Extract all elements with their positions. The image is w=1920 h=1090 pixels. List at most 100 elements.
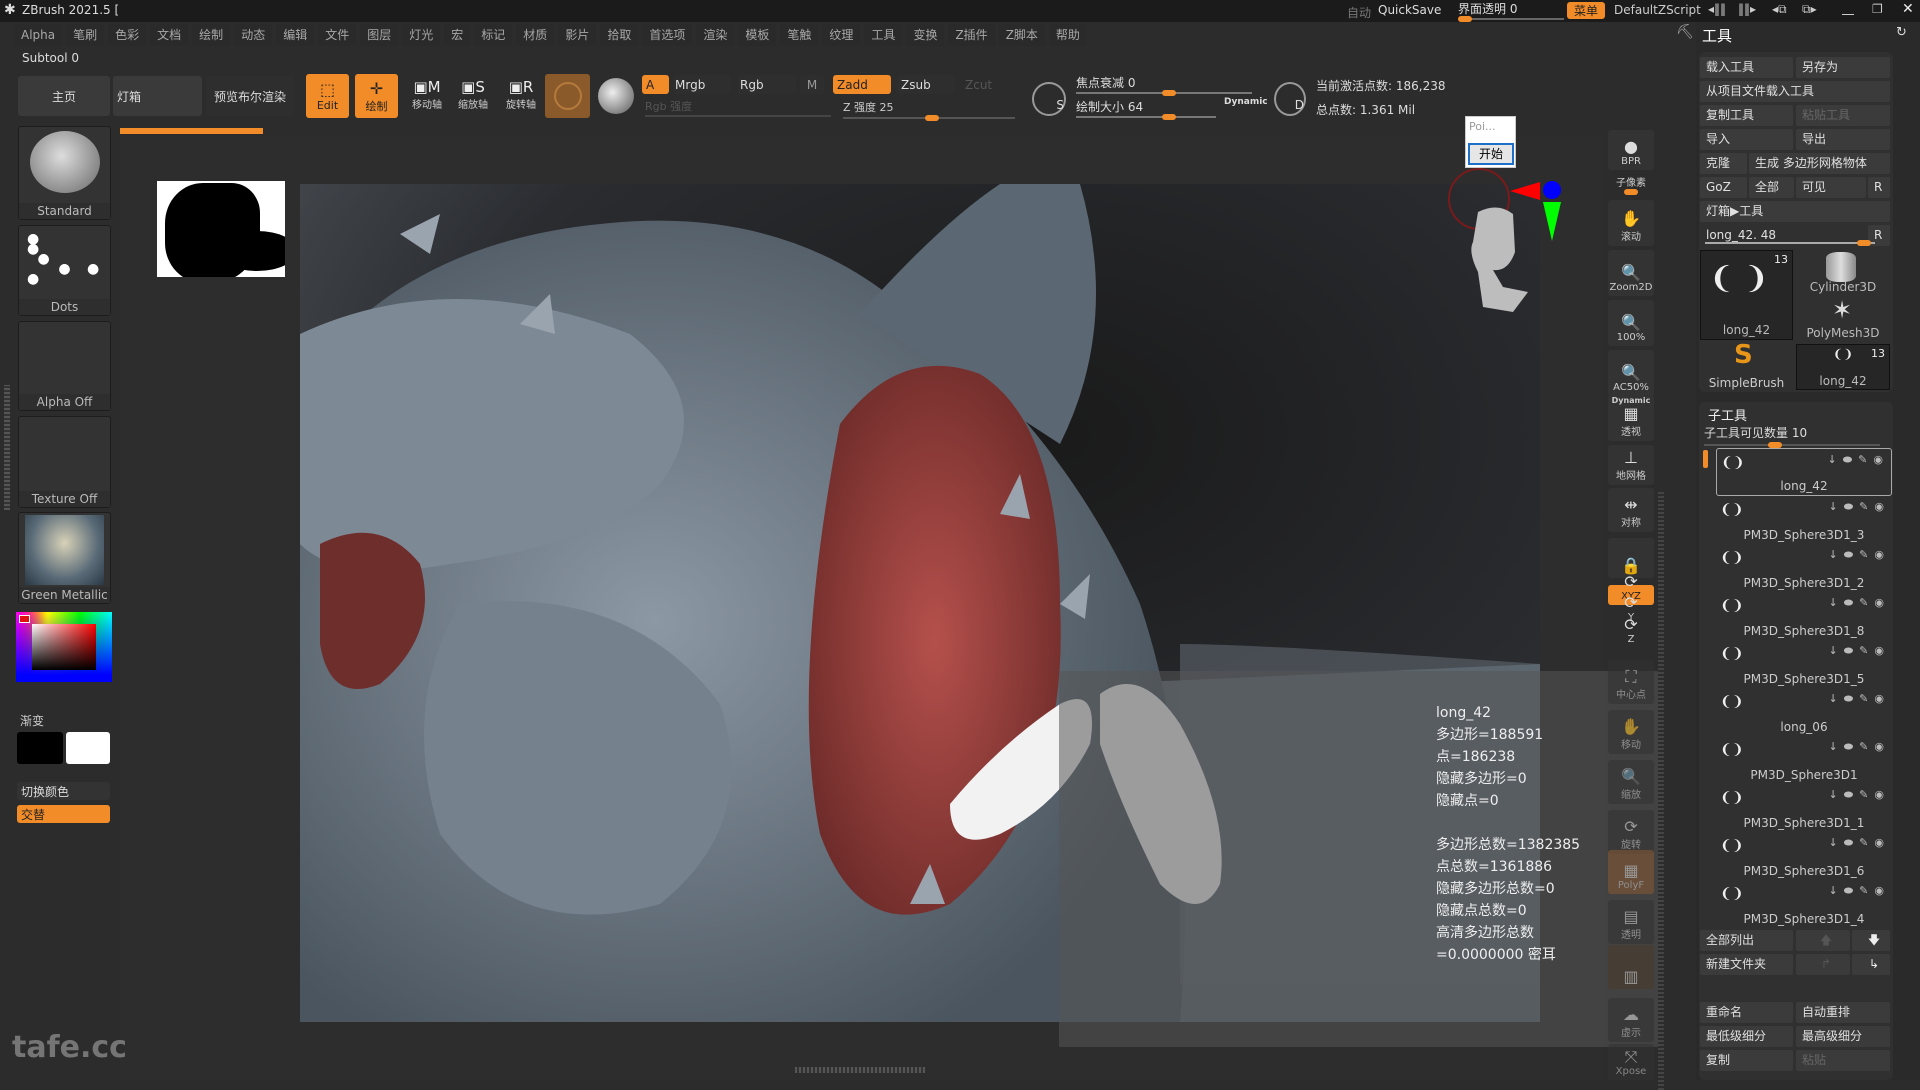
eye-icon[interactable]: ◉	[1874, 548, 1890, 561]
subtool-list-all-button[interactable]: 全部列出	[1700, 930, 1793, 951]
restore-icon[interactable]: ❐	[1872, 2, 1883, 16]
view-tool-move[interactable]: ✋ 移动	[1608, 710, 1654, 754]
subtool-up-icon[interactable]: 🡅	[1796, 930, 1850, 951]
focal-shift-slider[interactable]: 焦点衰减 0	[1076, 74, 1260, 96]
tool-paste-button[interactable]: 粘贴工具	[1796, 105, 1890, 126]
brush-toggle-icon[interactable]: ✎	[1859, 884, 1874, 897]
merge-down-icon[interactable]: ↓	[1829, 788, 1844, 801]
tool-visible-button[interactable]: 可见	[1796, 177, 1866, 198]
tool-make-polymesh-button[interactable]: 生成 多边形网格物体	[1749, 153, 1890, 174]
material-selector[interactable]: Green Metallic	[18, 512, 111, 604]
menu-item[interactable]: 笔刷	[66, 24, 105, 46]
close-icon[interactable]: ✕	[1902, 1, 1914, 17]
tool-thumb-simplebrush[interactable]: S SimpleBrush	[1700, 340, 1793, 390]
subtool-paste-button[interactable]: 粘贴	[1796, 1050, 1890, 1071]
eye-icon[interactable]: ◉	[1874, 884, 1890, 897]
menu-item[interactable]: 绘制	[192, 24, 231, 46]
primary-color-swatch[interactable]	[66, 732, 110, 764]
tool-thumb-long42[interactable]: 13 ❨ ❩ long_42	[1700, 250, 1793, 340]
quicksave-button[interactable]: QuickSave	[1378, 3, 1441, 17]
tool-all-button[interactable]: 全部	[1749, 177, 1794, 198]
view-tool-perspective[interactable]: ▦ Dynamic 透视	[1608, 395, 1654, 441]
color-picker[interactable]	[16, 612, 112, 682]
subtool-new-folder-button[interactable]: 新建文件夹	[1700, 954, 1793, 975]
polypaint-toggle-icon[interactable]: ⬬	[1844, 644, 1859, 657]
bool-preview-button[interactable]: 预览布尔渲染	[206, 76, 294, 116]
menu-item[interactable]: 渲染	[696, 24, 735, 46]
brush-toggle-icon[interactable]: ✎	[1859, 788, 1874, 801]
subtool-auto-reorder-button[interactable]: 自动重排	[1796, 1002, 1890, 1023]
lightbox-tab[interactable]: 灯箱	[113, 76, 202, 116]
merge-down-icon[interactable]: ↓	[1829, 836, 1844, 849]
merge-down-icon[interactable]: ↓	[1828, 453, 1843, 466]
brush-toggle-icon[interactable]: ✎	[1859, 644, 1874, 657]
head-navigator-icon[interactable]	[1463, 202, 1533, 312]
minimize-icon[interactable]: ⎽	[1842, 1, 1854, 16]
start-button[interactable]: 开始	[1468, 143, 1514, 165]
menu-item[interactable]: 材质	[516, 24, 555, 46]
view-tool-rotate-z[interactable]: ⟳ Z	[1608, 616, 1654, 648]
subtool-item[interactable]: ❨❩ ↓⬬✎◉ PM3D_Sphere3D1_3	[1716, 496, 1892, 544]
switch-color-button[interactable]: 切换颜色	[17, 782, 110, 800]
menu-item[interactable]: 拾取	[600, 24, 639, 46]
zcut-toggle[interactable]: Zcut	[965, 78, 992, 92]
menu-item[interactable]: 宏	[444, 24, 471, 46]
left-tray-handle[interactable]	[4, 385, 10, 510]
shrink-ui-icon[interactable]: ◂‖‖	[1708, 2, 1726, 16]
subtool-scrollbar[interactable]	[1703, 450, 1708, 468]
menu-item[interactable]: 帮助	[1048, 24, 1087, 46]
polypaint-toggle-icon[interactable]: ⬬	[1844, 692, 1859, 705]
view-tool-solo[interactable]: ☁ 虚示	[1608, 998, 1654, 1042]
rgb-intensity-slider[interactable]: Rgb 强度	[645, 98, 831, 117]
reset-icon[interactable]: ↻	[1896, 25, 1907, 40]
tool-save-as-button[interactable]: 另存为	[1796, 57, 1890, 78]
brush-toggle-icon[interactable]: ✎	[1859, 836, 1874, 849]
menu-item[interactable]: 灯光	[402, 24, 441, 46]
visible-count-slider[interactable]: 子工具可见数量 10	[1704, 424, 1884, 448]
subtool-item[interactable]: ❨❩ ↓⬬✎◉ PM3D_Sphere3D1_6	[1716, 832, 1892, 880]
dynamic-toggle[interactable]: Dynamic	[1224, 97, 1268, 107]
subtool-folder-down-icon[interactable]: ↳	[1852, 954, 1890, 975]
subtool-item[interactable]: ❨❩ ↓⬬✎◉ PM3D_Sphere3D1_2	[1716, 544, 1892, 592]
m-toggle[interactable]: M	[800, 75, 824, 94]
subtool-item[interactable]: ❨❩ ↓⬬✎◉ long_06	[1716, 688, 1892, 736]
menu-item[interactable]: 笔触	[780, 24, 819, 46]
view-tool-floor-grid[interactable]: ⊥ 地网格	[1608, 445, 1654, 485]
view-tool-zoom2d[interactable]: 🔍 Zoom2D	[1608, 250, 1654, 296]
home-tab[interactable]: 主页	[18, 76, 110, 116]
subtool-lowest-subdiv-button[interactable]: 最低级细分	[1700, 1026, 1793, 1047]
subtool-item[interactable]: ❨❩ ↓⬬✎◉ PM3D_Sphere3D1_8	[1716, 592, 1892, 640]
tool-load-project-button[interactable]: 从项目文件载入工具	[1700, 81, 1890, 102]
bottom-tray-handle[interactable]	[795, 1067, 925, 1073]
tool-copy-button[interactable]: 复制工具	[1700, 105, 1793, 126]
subtool-down-icon[interactable]: 🡇	[1852, 930, 1890, 951]
view-tool-frame[interactable]: ⛶ 中心点	[1608, 660, 1654, 704]
polypaint-toggle-icon[interactable]: ⬬	[1843, 453, 1858, 466]
menu-item[interactable]: 模板	[738, 24, 777, 46]
z-intensity-slider[interactable]: Z 强度 25	[843, 99, 1015, 121]
expand-ui-icon[interactable]: ‖‖▸	[1738, 2, 1756, 16]
subtool-item[interactable]: ❨❩ ↓⬬✎◉ PM3D_Sphere3D1_4	[1716, 880, 1892, 928]
view-tool-scale[interactable]: 🔍 缩放	[1608, 760, 1654, 804]
brush-toggle-icon[interactable]: ✎	[1859, 548, 1874, 561]
tool-load-button[interactable]: 载入工具	[1700, 57, 1793, 78]
brush-toggle-icon[interactable]: ✎	[1859, 596, 1874, 609]
polypaint-toggle-icon[interactable]: ⬬	[1844, 740, 1859, 753]
menu-item[interactable]: 文档	[150, 24, 189, 46]
eye-icon[interactable]: ◉	[1874, 740, 1890, 753]
view-tool-aahalf[interactable]: 🔍 AC50%	[1608, 350, 1654, 396]
menu-item[interactable]: Alpha	[14, 24, 63, 46]
pin-icon[interactable]: ⛏	[1676, 24, 1694, 40]
rgb-toggle[interactable]: Rgb	[738, 75, 796, 94]
eye-icon[interactable]: ◉	[1874, 692, 1890, 705]
merge-down-icon[interactable]: ↓	[1829, 644, 1844, 657]
subtool-item[interactable]: ❨❩ ↓⬬✎◉ PM3D_Sphere3D1	[1716, 736, 1892, 784]
texture-selector[interactable]: Texture Off	[18, 416, 111, 508]
subtool-item[interactable]: ❨❩ ↓⬬✎◉ long_42	[1716, 448, 1892, 496]
merge-down-icon[interactable]: ↓	[1829, 548, 1844, 561]
lazy-mouse-s-icon[interactable]: S	[1032, 82, 1066, 116]
subtool-rename-button[interactable]: 重命名	[1700, 1002, 1793, 1023]
eye-icon[interactable]: ◉	[1874, 500, 1890, 513]
brush-toggle-icon[interactable]: ✎	[1859, 740, 1874, 753]
menu-item[interactable]: 影片	[558, 24, 597, 46]
